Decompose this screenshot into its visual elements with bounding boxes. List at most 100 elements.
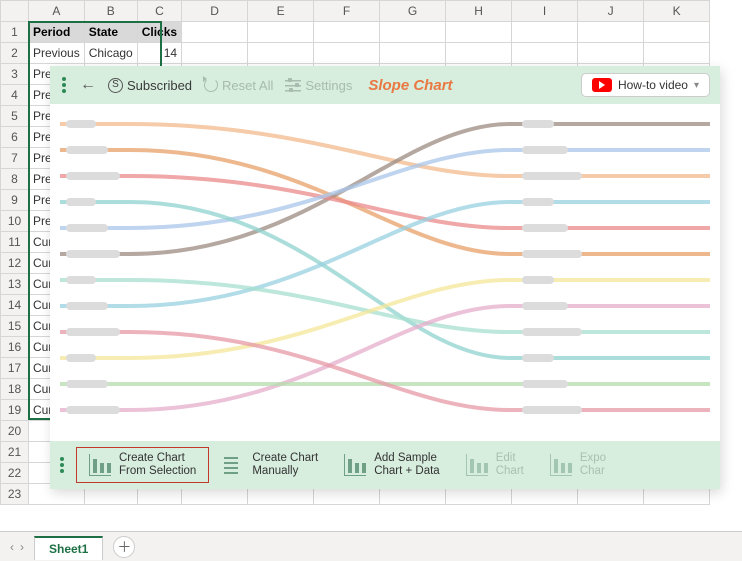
row-header[interactable]: 20 bbox=[1, 421, 29, 442]
slope-series bbox=[60, 280, 710, 358]
cell[interactable]: Previous bbox=[29, 43, 85, 64]
row-header[interactable]: 10 bbox=[1, 211, 29, 232]
row-header[interactable]: 8 bbox=[1, 169, 29, 190]
cell[interactable]: State bbox=[84, 22, 137, 43]
col-header[interactable]: B bbox=[84, 1, 137, 22]
row-header[interactable]: 21 bbox=[1, 442, 29, 463]
create-chart-from-selection-button[interactable]: Create Chart From Selection bbox=[76, 447, 209, 483]
cell[interactable]: 14 bbox=[137, 43, 181, 64]
series-label-left bbox=[66, 354, 96, 362]
series-label-right bbox=[522, 328, 582, 336]
cell[interactable] bbox=[314, 43, 380, 64]
cell[interactable] bbox=[248, 43, 314, 64]
cell[interactable] bbox=[446, 43, 512, 64]
cell[interactable] bbox=[248, 22, 314, 43]
cell[interactable] bbox=[182, 43, 248, 64]
export-chart-icon bbox=[550, 454, 572, 476]
add-sample-chart-button[interactable]: Add Sample Chart + Data bbox=[331, 447, 453, 483]
howto-label: How-to video bbox=[618, 78, 688, 92]
series-label-right bbox=[522, 354, 554, 362]
prev-sheet-button[interactable]: ‹ bbox=[10, 540, 14, 554]
cell[interactable] bbox=[512, 43, 578, 64]
row-header[interactable]: 6 bbox=[1, 127, 29, 148]
cell[interactable] bbox=[578, 43, 644, 64]
col-header[interactable]: C bbox=[137, 1, 181, 22]
row-header[interactable]: 18 bbox=[1, 379, 29, 400]
col-header[interactable]: K bbox=[644, 1, 710, 22]
row-header[interactable]: 12 bbox=[1, 253, 29, 274]
row-header[interactable]: 11 bbox=[1, 232, 29, 253]
row-header[interactable]: 3 bbox=[1, 64, 29, 85]
cell[interactable]: Chicago bbox=[84, 43, 137, 64]
row-header[interactable]: 15 bbox=[1, 316, 29, 337]
col-header[interactable]: F bbox=[314, 1, 380, 22]
chevron-down-icon: ▾ bbox=[694, 80, 699, 91]
slope-series bbox=[60, 124, 710, 254]
reset-all-button[interactable]: Reset All bbox=[204, 78, 273, 93]
col-header[interactable]: J bbox=[578, 1, 644, 22]
series-label-left bbox=[66, 380, 108, 388]
cell[interactable]: Clicks bbox=[137, 22, 181, 43]
drag-handle-icon[interactable] bbox=[58, 457, 66, 473]
series-label-right bbox=[522, 172, 582, 180]
row-header[interactable]: 13 bbox=[1, 274, 29, 295]
series-label-right bbox=[522, 198, 554, 206]
row-header[interactable]: 23 bbox=[1, 484, 29, 505]
series-label-left bbox=[66, 250, 120, 258]
series-label-right bbox=[522, 302, 568, 310]
col-header[interactable]: I bbox=[512, 1, 578, 22]
add-sheet-button[interactable]: ＋ bbox=[113, 536, 135, 558]
row-header[interactable]: 19 bbox=[1, 400, 29, 421]
row-header[interactable]: 17 bbox=[1, 358, 29, 379]
howto-video-button[interactable]: How-to video ▾ bbox=[581, 73, 710, 97]
series-label-right bbox=[522, 380, 568, 388]
subscribed-chip[interactable]: S Subscribed bbox=[108, 78, 192, 93]
cell[interactable] bbox=[380, 22, 446, 43]
row-header[interactable]: 16 bbox=[1, 337, 29, 358]
cell[interactable]: Period bbox=[29, 22, 85, 43]
row-header[interactable]: 1 bbox=[1, 22, 29, 43]
sheet-nav: ‹ › bbox=[0, 540, 34, 554]
row-header[interactable]: 14 bbox=[1, 295, 29, 316]
col-header[interactable]: A bbox=[29, 1, 85, 22]
row-header[interactable]: 22 bbox=[1, 463, 29, 484]
row-header[interactable]: 2 bbox=[1, 43, 29, 64]
cell[interactable] bbox=[644, 22, 710, 43]
row-header[interactable]: 5 bbox=[1, 106, 29, 127]
chart-preview bbox=[50, 104, 720, 441]
cell[interactable] bbox=[446, 22, 512, 43]
col-header[interactable]: E bbox=[248, 1, 314, 22]
create-chart-manually-button[interactable]: Create Chart Manually bbox=[209, 447, 331, 483]
select-all-corner[interactable] bbox=[1, 1, 29, 22]
drag-handle-icon[interactable] bbox=[60, 77, 68, 93]
cell[interactable] bbox=[578, 22, 644, 43]
pane-title: Slope Chart bbox=[368, 77, 452, 94]
row-header[interactable]: 9 bbox=[1, 190, 29, 211]
cell[interactable] bbox=[512, 22, 578, 43]
row-header[interactable]: 7 bbox=[1, 148, 29, 169]
cell[interactable] bbox=[380, 43, 446, 64]
row-header[interactable]: 4 bbox=[1, 85, 29, 106]
settings-label: Settings bbox=[305, 78, 352, 93]
series-label-right bbox=[522, 120, 554, 128]
series-label-left bbox=[66, 224, 108, 232]
pane-toolbar: ← S Subscribed Reset All Settings Slope … bbox=[50, 66, 720, 104]
form-icon bbox=[222, 454, 244, 476]
btn-line1: Edit bbox=[496, 452, 524, 465]
settings-button[interactable]: Settings bbox=[285, 78, 352, 93]
chart-task-pane: ← S Subscribed Reset All Settings Slope … bbox=[50, 66, 720, 489]
series-label-left bbox=[66, 120, 96, 128]
back-button[interactable]: ← bbox=[80, 76, 96, 94]
col-header[interactable]: D bbox=[182, 1, 248, 22]
export-chart-button[interactable]: Expo Char bbox=[537, 447, 619, 483]
next-sheet-button[interactable]: › bbox=[20, 540, 24, 554]
cell[interactable] bbox=[182, 22, 248, 43]
sheet-tab-active[interactable]: Sheet1 bbox=[34, 536, 103, 560]
cell[interactable] bbox=[314, 22, 380, 43]
col-header[interactable]: G bbox=[380, 1, 446, 22]
col-header[interactable]: H bbox=[446, 1, 512, 22]
series-label-right bbox=[522, 406, 582, 414]
edit-chart-button[interactable]: Edit Chart bbox=[453, 447, 537, 483]
cell[interactable] bbox=[644, 43, 710, 64]
sliders-icon bbox=[285, 78, 301, 92]
